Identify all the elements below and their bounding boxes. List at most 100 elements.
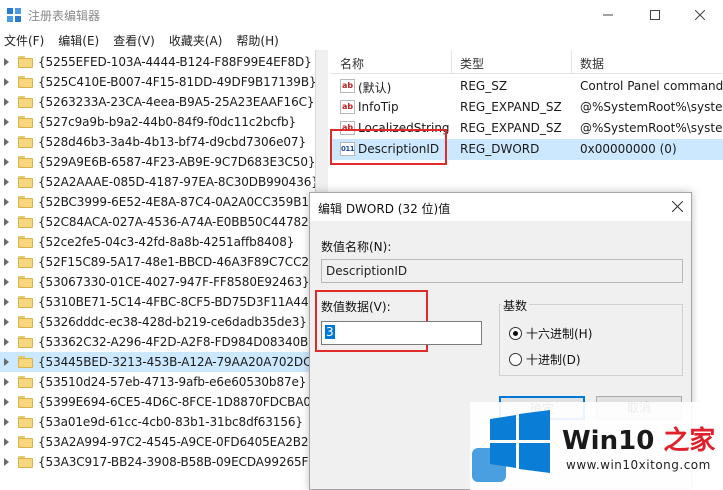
folder-icon [18, 196, 33, 208]
menu-view[interactable]: 查看(V) [113, 32, 155, 49]
menu-help[interactable]: 帮助(H) [236, 32, 278, 49]
tree-item[interactable]: {527c9a9b-b9a2-44b0-84f9-f0dc11c2bcfb} [0, 112, 315, 132]
value-name-label: 数值名称(N): [321, 240, 392, 254]
registry-key-tree[interactable]: {5255EFED-103A-4444-B124-F88F99E4EF8D} {5… [0, 50, 316, 490]
radio-decimal-button[interactable] [509, 353, 522, 366]
tree-item[interactable]: {52BC3999-6E52-4E8A-87C4-0A2A0CC359B1} [0, 192, 315, 212]
maximize-button[interactable] [632, 0, 678, 30]
folder-icon [18, 116, 33, 128]
string-value-icon: ab [340, 79, 355, 93]
dialog-title: 编辑 DWORD (32 位)值 [318, 202, 451, 216]
tree-item[interactable]: {5310BE71-5C14-4FBC-8CF5-BD75D3F11A44} [0, 292, 316, 312]
tree-item[interactable]: {53362C32-A296-4F2D-A2F8-FD984D08340B} [0, 332, 315, 352]
value-data-input[interactable]: 3 [321, 321, 482, 345]
tree-item[interactable]: {52ce2fe5-04c3-42fd-8a8b-4251affb8408} [0, 232, 315, 252]
value-name: InfoTip [358, 100, 399, 114]
window-title: 注册表编辑器 [28, 9, 101, 23]
expand-arrow-icon[interactable] [4, 218, 9, 226]
expand-arrow-icon[interactable] [4, 58, 9, 66]
folder-icon [18, 296, 33, 308]
folder-icon [18, 276, 33, 288]
menu-favorites[interactable]: 收藏夹(A) [169, 32, 223, 49]
expand-arrow-icon[interactable] [4, 398, 9, 406]
title-bar: 注册表编辑器 [0, 0, 723, 30]
expand-arrow-icon[interactable] [4, 418, 9, 426]
column-data-header[interactable]: 数据 [580, 55, 604, 72]
folder-icon [18, 56, 33, 68]
tree-item[interactable]: {5399E694-6CE5-4D6C-8FCE-1D8870FDCBA0} [0, 392, 315, 412]
column-name-header[interactable]: 名称 [340, 55, 364, 72]
tree-item[interactable]: {52C84ACA-027A-4536-A74A-E0BB50C44782} [0, 212, 316, 232]
expand-arrow-icon[interactable] [4, 298, 9, 306]
tree-item[interactable]: {5263233A-23CA-4eea-B9A5-25A23EAAF16C} [0, 92, 315, 112]
expand-arrow-icon[interactable] [4, 438, 9, 446]
dialog-close-button[interactable] [671, 197, 684, 216]
tree-item-label: {53067330-01CE-4027-947F-FF8580E92463} [38, 275, 310, 289]
menu-edit[interactable]: 编辑(E) [58, 32, 99, 49]
column-divider[interactable] [451, 50, 452, 74]
string-value-icon: ab [340, 100, 355, 114]
tree-item-label: {527c9a9b-b9a2-44b0-84f9-f0dc11c2bcfb} [38, 115, 297, 129]
minimize-button[interactable] [585, 0, 631, 30]
minimize-icon [603, 14, 613, 16]
tree-item-label: {5310BE71-5C14-4FBC-8CF5-BD75D3F11A44} [38, 295, 316, 309]
menu-file[interactable]: 文件(F) [4, 32, 44, 49]
folder-icon [18, 376, 33, 388]
tree-item[interactable]: {52F15C89-5A17-48e1-BBCD-46A3F89C7CC2} [0, 252, 315, 272]
close-window-button[interactable] [677, 0, 723, 30]
dialog-title-bar: 编辑 DWORD (32 位)值 [310, 193, 691, 221]
value-data: 0x00000000 (0) [580, 142, 677, 156]
tree-item-label: {53A3C917-BB24-3908-B58B-09ECDA99265F} [38, 455, 316, 469]
tree-item-label: {52A2AAAE-085D-4187-97EA-8C30DB990436} [38, 175, 316, 189]
radio-hex[interactable]: 十六进制(H) [509, 325, 592, 342]
tree-item[interactable]: {53A2A994-97C2-4545-A9CE-0FD6405EA2B2} [0, 432, 315, 452]
expand-arrow-icon[interactable] [4, 78, 9, 86]
expand-arrow-icon[interactable] [4, 158, 9, 166]
expand-arrow-icon[interactable] [4, 338, 9, 346]
value-data: @%SystemRoot%\system [580, 121, 723, 135]
watermark-brand-prefix: Win10 [562, 426, 655, 456]
expand-arrow-icon[interactable] [4, 98, 9, 106]
expand-arrow-icon[interactable] [4, 118, 9, 126]
tree-item-label: {52ce2fe5-04c3-42fd-8a8b-4251affb8408} [38, 235, 295, 249]
tree-item[interactable]: {5255EFED-103A-4444-B124-F88F99E4EF8D} [0, 52, 315, 72]
value-data: Control Panel command [580, 79, 723, 93]
tree-item[interactable]: {525C410E-B007-4F15-81DD-49DF9B17139B} [0, 72, 315, 92]
expand-arrow-icon[interactable] [4, 178, 9, 186]
column-type-header[interactable]: 类型 [460, 55, 484, 72]
folder-icon [18, 356, 33, 368]
folder-icon [18, 456, 33, 468]
expand-arrow-icon[interactable] [4, 378, 9, 386]
tree-item[interactable]: {53067330-01CE-4027-947F-FF8580E92463} [0, 272, 315, 292]
value-row[interactable]: ab (默认) REG_SZ Control Panel command [330, 76, 723, 97]
expand-arrow-icon[interactable] [4, 358, 9, 366]
highlight-box-description-id [330, 129, 447, 165]
column-divider[interactable] [571, 50, 572, 74]
value-data-text: 3 [325, 325, 335, 339]
tree-item[interactable]: {5326dddc-ec38-428d-b219-ce6dadb35de3} [0, 312, 315, 332]
value-type: REG_EXPAND_SZ [460, 121, 562, 135]
tree-item-label: {5255EFED-103A-4444-B124-F88F99E4EF8D} [38, 55, 312, 69]
tree-item-label: {53510d24-57eb-4713-9afb-e6e60530b87e} [38, 375, 307, 389]
radio-hex-button[interactable] [509, 327, 522, 340]
expand-arrow-icon[interactable] [4, 138, 9, 146]
expand-arrow-icon[interactable] [4, 458, 9, 466]
tree-item[interactable]: {53A3C917-BB24-3908-B58B-09ECDA99265F} [0, 452, 316, 472]
tree-item[interactable]: {53510d24-57eb-4713-9afb-e6e60530b87e} [0, 372, 315, 392]
tree-item[interactable]: {53a01e9d-61cc-4cb0-83b1-31bc8df63156} [0, 412, 315, 432]
tree-item[interactable]: {528d46b3-3a4b-4b13-bf74-d9cbd7306e07} [0, 132, 315, 152]
expand-arrow-icon[interactable] [4, 238, 9, 246]
tree-item[interactable]: {529A9E6B-6587-4F23-AB9E-9C7D683E3C50} [0, 152, 315, 172]
expand-arrow-icon[interactable] [4, 258, 9, 266]
radio-hex-label: 十六进制(H) [526, 327, 593, 341]
value-row[interactable]: ab InfoTip REG_EXPAND_SZ @%SystemRoot%\syst… [330, 97, 723, 118]
expand-arrow-icon[interactable] [4, 318, 9, 326]
expand-arrow-icon[interactable] [4, 278, 9, 286]
radio-decimal[interactable]: 十进制(D) [509, 351, 581, 368]
tree-item[interactable]: {52A2AAAE-085D-4187-97EA-8C30DB990436} [0, 172, 316, 192]
windows-logo-icon [490, 410, 550, 473]
tree-item[interactable]: {53445BED-3213-453B-A12A-79AA20A702DC} [0, 352, 315, 372]
expand-arrow-icon[interactable] [4, 198, 9, 206]
tree-item-label: {52C84ACA-027A-4536-A74A-E0BB50C44782} [38, 215, 316, 229]
watermark-brand: Win10 之家 [562, 420, 715, 457]
